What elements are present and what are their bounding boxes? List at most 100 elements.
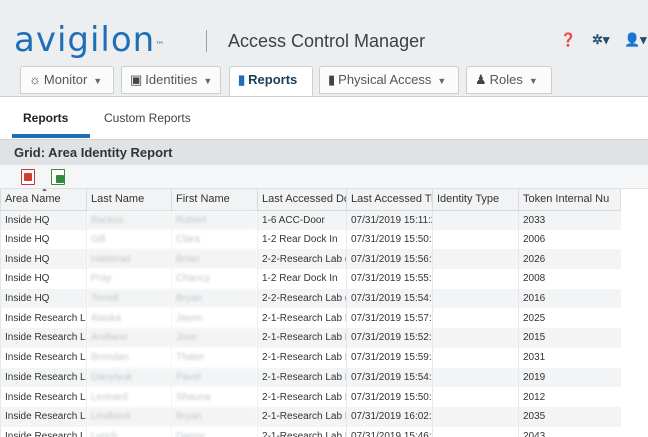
user-icon[interactable]: 👤▾ xyxy=(624,32,647,48)
header-divider xyxy=(206,30,207,52)
table-row[interactable]: Inside Research La Brendan Thaler 2-1-Resea… xyxy=(0,347,621,368)
subtab-custom-reports[interactable]: Custom Reports xyxy=(104,111,191,125)
cell-last-name: Halstead xyxy=(86,249,172,270)
cell-token-internal-number: 2035 xyxy=(518,406,621,427)
cell-token-internal-number: 2033 xyxy=(518,210,621,230)
cell-identity-type xyxy=(432,308,519,329)
cell-token-internal-number: 2019 xyxy=(518,367,621,388)
column-header-token-internal-number[interactable]: Token Internal Nu xyxy=(518,189,621,211)
table-row[interactable]: Inside HQ Backus Robert 1-6 ACC-Door 07/31/2… xyxy=(0,210,621,230)
cell-token-internal-number: 2012 xyxy=(518,387,621,407)
table-row[interactable]: Inside Research La Danylyuk Pavel 2-1-Resea… xyxy=(0,367,621,388)
cell-token-internal-number: 2025 xyxy=(518,308,621,329)
cell-identity-type xyxy=(432,210,519,230)
tab-physical-access[interactable]: ▮ Physical Access ▼ xyxy=(319,66,459,94)
cell-last-accessed-door: 2-1-Research Lab I xyxy=(257,308,347,329)
sort-ascending-icon: ▲ xyxy=(41,189,48,193)
tab-roles[interactable]: ♟ Roles ▼ xyxy=(466,66,552,94)
help-icon[interactable]: ❓ xyxy=(560,32,576,48)
table-row[interactable]: Inside HQ Halstead Brian 2-2-Research Lab (… xyxy=(0,249,621,270)
cell-token-internal-number: 2006 xyxy=(518,229,621,250)
cell-last-name: Terrell xyxy=(86,288,172,309)
column-header-last-accessed-time[interactable]: Last Accessed Tir xyxy=(346,189,433,211)
cell-area-name: Inside Research La xyxy=(0,347,87,368)
cell-identity-type xyxy=(432,328,519,348)
cell-last-accessed-time: 07/31/2019 15:11:2 xyxy=(346,210,433,230)
identities-icon: ▣ xyxy=(130,72,143,87)
cell-first-name: Jose xyxy=(171,328,258,348)
subtab-reports[interactable]: Reports xyxy=(23,111,68,125)
chevron-down-icon: ▼ xyxy=(528,76,538,86)
cell-last-accessed-door: 2-1-Research Lab I xyxy=(257,367,347,388)
tab-identities[interactable]: ▣ Identities ▼ xyxy=(121,66,221,94)
column-header-last-name[interactable]: Last Name xyxy=(86,189,172,211)
table-row[interactable]: Inside Research La Lindbeck Bryan 2-1-Resea… xyxy=(0,406,621,427)
chevron-down-icon: ▼ xyxy=(93,76,103,86)
column-header-first-name[interactable]: First Name xyxy=(171,189,258,211)
cell-identity-type xyxy=(432,347,519,368)
column-header-last-accessed-door[interactable]: Last Accessed Dc xyxy=(257,189,347,211)
chevron-down-icon: ▼ xyxy=(203,76,213,86)
table-row[interactable]: Inside HQ Terrell Bryan 2-2-Research Lab (0… xyxy=(0,288,621,309)
cell-area-name: Inside HQ xyxy=(0,229,87,250)
active-subtab-indicator xyxy=(12,134,90,138)
table-row[interactable]: Inside Research La Lynch Danny 2-1-Research… xyxy=(0,426,621,437)
cell-area-name: Inside Research La xyxy=(0,387,87,407)
cell-identity-type xyxy=(432,367,519,388)
cell-last-accessed-door: 1-6 ACC-Door xyxy=(257,210,347,230)
table-row[interactable]: Inside Research La Leonard Shauna 2-1-Resea… xyxy=(0,387,621,407)
cell-last-accessed-time: 07/31/2019 15:55:1 xyxy=(346,269,433,289)
cell-area-name: Inside Research La xyxy=(0,328,87,348)
physical-access-icon: ▮ xyxy=(328,72,336,87)
excel-export-icon[interactable] xyxy=(51,169,65,185)
cell-identity-type xyxy=(432,249,519,270)
cell-last-accessed-door: 1-2 Rear Dock In xyxy=(257,269,347,289)
cell-last-accessed-time: 07/31/2019 15:57:0 xyxy=(346,308,433,329)
pdf-export-icon[interactable] xyxy=(21,169,35,185)
cell-last-accessed-door: 2-2-Research Lab ( xyxy=(257,288,347,309)
cell-area-name: Inside HQ xyxy=(0,210,87,230)
cell-area-name: Inside HQ xyxy=(0,288,87,309)
cell-first-name: Danny xyxy=(171,426,258,437)
app-title: Access Control Manager xyxy=(228,31,426,51)
cell-first-name: Clara xyxy=(171,229,258,250)
grid-toolbar xyxy=(0,165,648,189)
cell-token-internal-number: 2026 xyxy=(518,249,621,270)
chevron-down-icon: ▼ xyxy=(437,76,447,86)
cell-last-accessed-time: 07/31/2019 15:54:3 xyxy=(346,367,433,388)
table-row[interactable]: Inside HQ Pray Chancy 1-2 Rear Dock In 07/31… xyxy=(0,269,621,289)
cell-last-accessed-door: 2-2-Research Lab ( xyxy=(257,249,347,270)
avigilon-logo[interactable]: avigilon™ xyxy=(14,20,165,60)
cell-last-name: Pray xyxy=(86,269,172,289)
cell-last-name: Lynch xyxy=(86,426,172,437)
cell-first-name: Brian xyxy=(171,249,258,270)
cell-first-name: Chancy xyxy=(171,269,258,289)
cell-last-accessed-time: 07/31/2019 15:54:3 xyxy=(346,288,433,309)
cell-area-name: Inside Research La xyxy=(0,308,87,329)
table-row[interactable]: Inside HQ Gill Clara 1-2 Rear Dock In 07/31/… xyxy=(0,229,621,250)
cell-identity-type xyxy=(432,269,519,289)
cell-last-accessed-time: 07/31/2019 15:52:1 xyxy=(346,328,433,348)
cell-token-internal-number: 2031 xyxy=(518,347,621,368)
tab-monitor[interactable]: ☼ Monitor ▼ xyxy=(20,66,114,94)
cell-token-internal-number: 2043 xyxy=(518,426,621,437)
cell-token-internal-number: 2008 xyxy=(518,269,621,289)
table-header-row: ▲ Area Name Last Name First Name Last Acc… xyxy=(0,189,621,211)
tab-reports[interactable]: ▮ Reports xyxy=(229,66,313,96)
cell-last-name: Gill xyxy=(86,229,172,250)
settings-icon[interactable]: ✲▾ xyxy=(592,32,609,48)
table-row[interactable]: Inside Research La Arellano Jose 2-1-Resear… xyxy=(0,328,621,348)
cell-last-accessed-time: 07/31/2019 16:02:0 xyxy=(346,406,433,427)
cell-last-accessed-door: 2-1-Research Lab I xyxy=(257,426,347,437)
table-row[interactable]: Inside Research La Alaska Jason 2-1-Researc… xyxy=(0,308,621,329)
cell-last-accessed-door: 2-1-Research Lab I xyxy=(257,406,347,427)
cell-last-accessed-door: 2-1-Research Lab I xyxy=(257,387,347,407)
cell-last-accessed-time: 07/31/2019 15:56:3 xyxy=(346,249,433,270)
cell-identity-type xyxy=(432,229,519,250)
column-header-identity-type[interactable]: Identity Type xyxy=(432,189,519,211)
cell-identity-type xyxy=(432,288,519,309)
column-header-area-name[interactable]: ▲ Area Name xyxy=(0,189,87,211)
cell-area-name: Inside HQ xyxy=(0,249,87,270)
cell-area-name: Inside Research La xyxy=(0,367,87,388)
cell-first-name: Shauna xyxy=(171,387,258,407)
